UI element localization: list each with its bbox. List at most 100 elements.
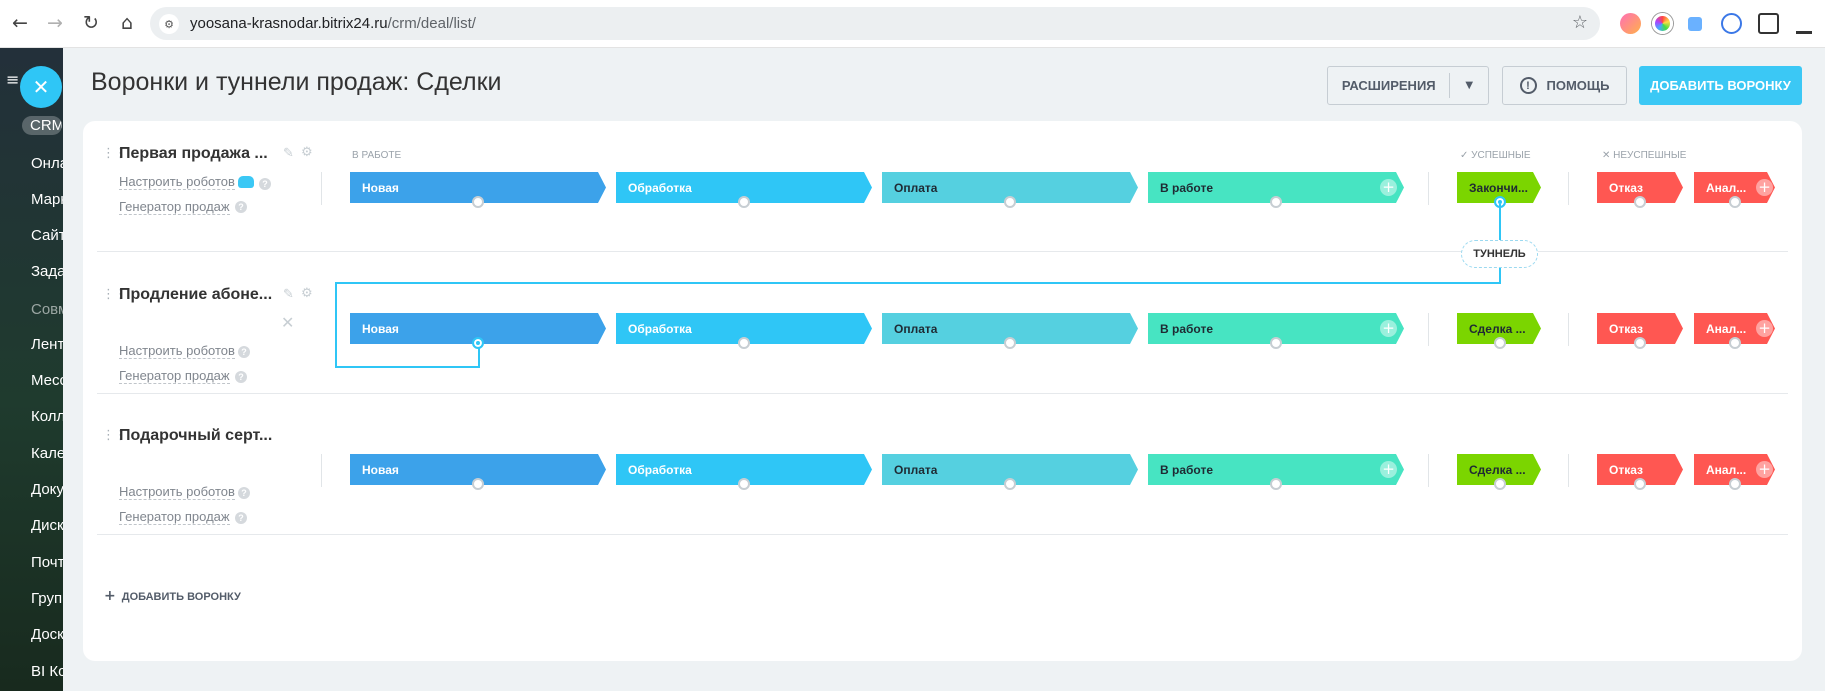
tunnel-connector[interactable]: [1634, 478, 1646, 490]
robots-link[interactable]: Настроить роботов: [119, 484, 235, 500]
sidebar-item-bi[interactable]: BI Конструктор: [31, 663, 63, 680]
back-arrow-icon[interactable]: ←: [7, 10, 33, 36]
row-divider: [97, 534, 1788, 535]
sidebar-item-sites[interactable]: Сайты: [31, 227, 63, 244]
tunnel-connector[interactable]: [738, 196, 750, 208]
sidebar-item-messenger[interactable]: Мессенджер: [31, 372, 63, 389]
address-bar[interactable]: ⚙ yoosana-krasnodar.bitrix24.ru/crm/deal…: [150, 7, 1600, 40]
column-divider: [1568, 313, 1569, 346]
add-stage-icon[interactable]: +: [1756, 179, 1773, 196]
gear-icon[interactable]: ⚙: [301, 145, 313, 160]
close-slider-button[interactable]: ✕: [20, 66, 62, 108]
tunnel-line: [335, 282, 337, 368]
page-title: Воронки и туннели продаж: Сделки: [91, 68, 502, 96]
help-icon[interactable]: ?: [235, 201, 247, 213]
tunnel-connector[interactable]: [1494, 337, 1506, 349]
add-stage-icon[interactable]: +: [1380, 179, 1397, 196]
sidebar-item-tasks[interactable]: Задачи: [31, 263, 63, 280]
download-icon[interactable]: [1796, 13, 1812, 34]
eyedropper-extension-icon[interactable]: [1688, 17, 1702, 31]
tunnel-connector[interactable]: [472, 478, 484, 490]
tunnel-connector[interactable]: [1004, 196, 1016, 208]
bookmark-star-icon[interactable]: ☆: [1572, 12, 1588, 33]
tunnel-connector[interactable]: [1270, 337, 1282, 349]
sidebar-item-disk[interactable]: Диск: [31, 517, 63, 534]
help-icon[interactable]: ?: [235, 512, 247, 524]
column-divider: [1428, 172, 1429, 205]
help-button-label: ПОМОЩЬ: [1546, 78, 1610, 93]
url-text: yoosana-krasnodar.bitrix24.ru/crm/deal/l…: [190, 15, 476, 32]
add-stage-icon[interactable]: +: [1756, 461, 1773, 478]
help-button[interactable]: ! ПОМОЩЬ: [1502, 66, 1627, 105]
tunnel-connector[interactable]: [1270, 478, 1282, 490]
sales-generator-link[interactable]: Генератор продаж: [119, 509, 230, 525]
tunnel-line: [335, 282, 1501, 284]
sidebar-item-online[interactable]: Онлайн: [31, 155, 63, 172]
tunnel-connector-active[interactable]: [472, 337, 484, 349]
sidebar-item-colleagues[interactable]: Коллеги: [31, 408, 63, 425]
pencil-icon[interactable]: ✎: [283, 146, 294, 161]
help-icon[interactable]: ?: [238, 346, 250, 358]
add-funnel-button[interactable]: ДОБАВИТЬ ВОРОНКУ: [1639, 66, 1802, 105]
tunnel-connector[interactable]: [1004, 478, 1016, 490]
robots-link[interactable]: Настроить роботов: [119, 343, 235, 359]
tunnel-line: [478, 348, 480, 368]
reload-icon[interactable]: ↻: [78, 10, 104, 36]
add-funnel-link[interactable]: + ДОБАВИТЬ ВОРОНКУ: [104, 588, 241, 604]
extensions-button[interactable]: РАСШИРЕНИЯ ▼: [1327, 66, 1489, 105]
tunnel-label[interactable]: ТУННЕЛЬ: [1461, 240, 1538, 268]
left-sidebar: ≡ ✕ CRM Онлайн Маркетинг Сайты Задачи Со…: [0, 48, 63, 691]
color-picker-extension-icon[interactable]: [1652, 13, 1673, 34]
tunnel-connector[interactable]: [1004, 337, 1016, 349]
sidebar-item-board[interactable]: Доска: [31, 626, 63, 643]
tunnel-connector[interactable]: [1634, 337, 1646, 349]
sidebar-item-mail[interactable]: Почта: [31, 554, 63, 571]
tunnel-connector[interactable]: [738, 337, 750, 349]
help-icon[interactable]: ?: [259, 178, 271, 190]
extension-icon[interactable]: [1620, 13, 1641, 34]
tunnel-connector[interactable]: [1634, 196, 1646, 208]
sidebar-item-groups[interactable]: Группы: [31, 590, 63, 607]
row-divider: [97, 393, 1788, 394]
help-icon[interactable]: ?: [235, 371, 247, 383]
add-funnel-label: ДОБАВИТЬ ВОРОНКУ: [121, 591, 241, 603]
sidebar-item-documents[interactable]: Документы: [31, 481, 63, 498]
delete-funnel-icon[interactable]: ✕: [281, 313, 294, 332]
column-divider: [321, 172, 322, 205]
tunnel-connector[interactable]: [1729, 337, 1741, 349]
column-header-failed: ✕ НЕУСПЕШНЫЕ: [1602, 150, 1687, 161]
sales-generator-link[interactable]: Генератор продаж: [119, 199, 230, 215]
funnel-name: Первая продажа ...: [119, 145, 268, 162]
sidebar-item-calendar[interactable]: Календарь: [31, 445, 63, 462]
home-icon[interactable]: ⌂: [114, 10, 140, 36]
extensions-puzzle-icon[interactable]: [1758, 13, 1779, 34]
tunnel-connector[interactable]: [472, 196, 484, 208]
sales-generator-link[interactable]: Генератор продаж: [119, 368, 230, 384]
column-divider: [1428, 454, 1429, 487]
help-icon[interactable]: ?: [238, 487, 250, 499]
add-stage-icon[interactable]: +: [1380, 320, 1397, 337]
gear-icon[interactable]: ⚙: [301, 286, 313, 301]
forward-arrow-icon[interactable]: →: [42, 10, 68, 36]
robot-icon: [238, 176, 254, 188]
tunnel-connector[interactable]: [1729, 478, 1741, 490]
pencil-icon[interactable]: ✎: [283, 287, 294, 302]
column-divider: [1428, 313, 1429, 346]
translate-extension-icon[interactable]: [1721, 13, 1742, 34]
robots-link[interactable]: Настроить роботов: [119, 174, 235, 190]
sidebar-item-feed[interactable]: Лента: [31, 336, 63, 353]
tunnel-connector[interactable]: [1270, 196, 1282, 208]
tunnel-connector[interactable]: [1494, 478, 1506, 490]
plus-icon: +: [104, 588, 116, 604]
sidebar-item-marketing[interactable]: Маркетинг: [31, 191, 63, 208]
add-stage-icon[interactable]: +: [1380, 461, 1397, 478]
add-stage-icon[interactable]: +: [1756, 320, 1773, 337]
tunnel-connector[interactable]: [1729, 196, 1741, 208]
browser-toolbar: ← → ↻ ⌂ ⚙ yoosana-krasnodar.bitrix24.ru/…: [0, 0, 1825, 48]
tunnel-connector[interactable]: [738, 478, 750, 490]
site-info-icon[interactable]: ⚙: [159, 14, 179, 34]
chevron-down-icon[interactable]: ▼: [1450, 80, 1488, 91]
sidebar-item-crm[interactable]: CRM: [22, 116, 62, 135]
column-header-in-work: В РАБОТЕ: [352, 150, 402, 161]
info-icon: !: [1519, 77, 1537, 94]
